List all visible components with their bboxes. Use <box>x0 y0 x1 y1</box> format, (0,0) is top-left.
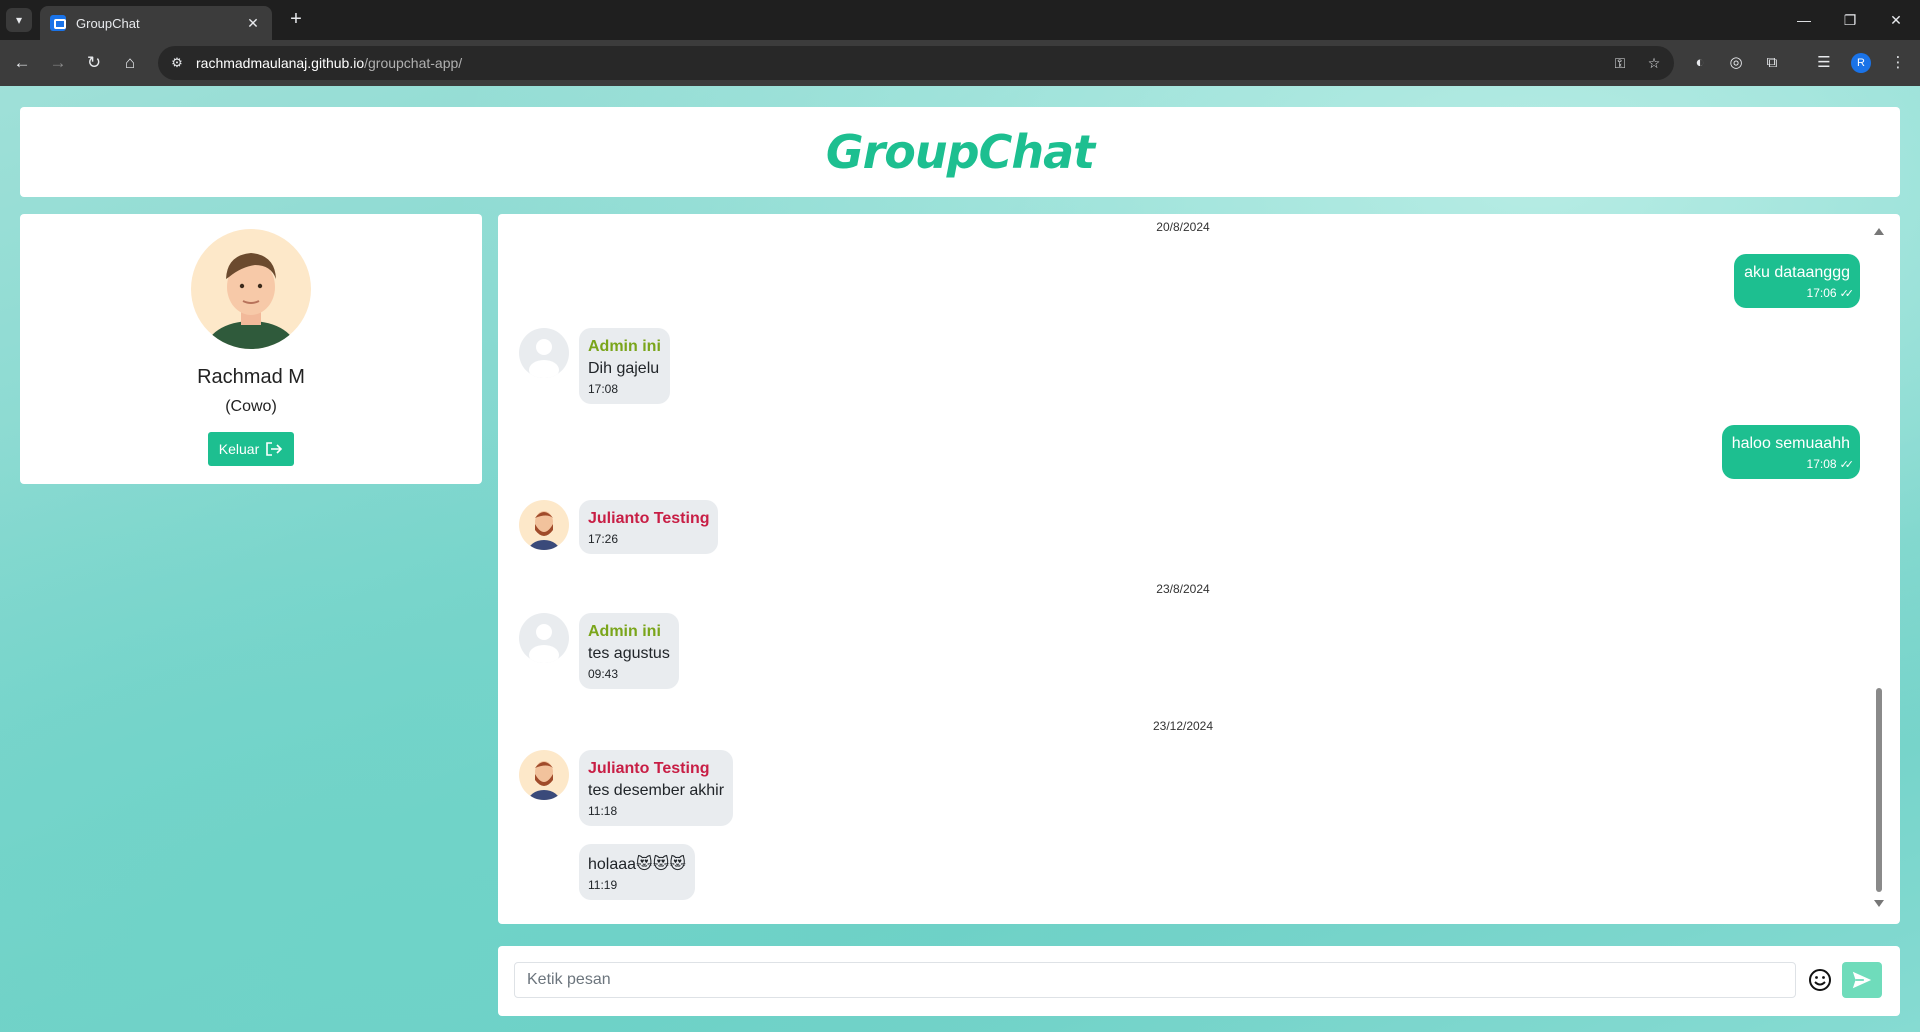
message-text: haloo semuaahh <box>1731 435 1850 452</box>
app-header: GroupChat <box>20 107 1900 197</box>
extensions-puzzle-icon[interactable]: ⧉ <box>1760 51 1784 75</box>
logout-label: Keluar <box>218 441 260 457</box>
chat-panel[interactable]: 20/8/2024 aku dataanggg 17:06 ✓✓ Admin in… <box>498 214 1900 924</box>
scrollbar-thumb[interactable] <box>1876 688 1882 892</box>
restore-button[interactable]: ❐ <box>1830 8 1870 32</box>
extension-color-icon[interactable]: ◎ <box>1724 51 1748 75</box>
message-time: 17:08 <box>588 382 619 396</box>
site-info-icon[interactable]: ⚙ <box>162 48 192 78</box>
default-avatar-icon <box>519 613 569 663</box>
app-title: GroupChat <box>825 125 1095 179</box>
forward-button[interactable]: → <box>46 51 70 75</box>
browser-toolbar: ← → ↻ ⌂ ⚙ rachmadmaulanaj.github.io/grou… <box>0 40 1920 86</box>
profile-gender: (Cowo) <box>225 398 277 415</box>
extension-dark-icon[interactable]: ◐ <box>1688 51 1712 75</box>
url-text[interactable]: rachmadmaulanaj.github.io/groupchat-app/ <box>196 55 1606 71</box>
sender-name: Admin ini <box>588 338 661 355</box>
tab-search-button[interactable]: ▾ <box>6 8 32 32</box>
profile-avatar[interactable]: R <box>1851 53 1871 73</box>
user-avatar <box>191 229 311 349</box>
message-text: Dih gajelu <box>588 360 660 377</box>
sender-name: Julianto Testing <box>588 760 710 777</box>
tab-title: GroupChat <box>76 15 140 31</box>
message-text: holaaa😻😻😻 <box>588 856 687 873</box>
incoming-message: Admin ini Dih gajelu 17:08 <box>579 328 670 404</box>
reload-button[interactable]: ↻ <box>82 51 106 75</box>
logout-button[interactable]: Keluar <box>208 432 294 466</box>
date-divider: 20/8/2024 <box>1156 220 1210 234</box>
logout-icon <box>266 442 283 456</box>
date-divider: 23/8/2024 <box>1156 582 1210 596</box>
reading-list-icon[interactable]: ☰ <box>1812 51 1836 75</box>
message-text: tes desember akhir <box>588 782 725 799</box>
emoji-icon[interactable] <box>1808 968 1832 992</box>
address-bar[interactable]: ⚙ rachmadmaulanaj.github.io/groupchat-ap… <box>158 46 1674 80</box>
double-check-icon: ✓✓ <box>1839 288 1855 300</box>
back-button[interactable]: ← <box>10 51 34 75</box>
new-tab-button[interactable]: + <box>284 8 308 32</box>
profile-name: Rachmad M <box>197 366 305 388</box>
incoming-message: Julianto Testing 17:26 <box>579 500 719 554</box>
browser-menu-icon[interactable]: ⋮ <box>1886 51 1910 75</box>
message-time: 17:08 <box>1806 457 1837 471</box>
message-time: 09:43 <box>588 667 619 681</box>
message-time: 17:06 <box>1806 286 1837 300</box>
scroll-down-arrow-icon[interactable] <box>1874 900 1884 907</box>
password-key-icon[interactable]: ⚿ <box>1606 49 1634 77</box>
message-time: 17:26 <box>588 532 619 546</box>
default-avatar-icon <box>519 328 569 378</box>
sender-name: Admin ini <box>588 623 661 640</box>
sender-name: Julianto Testing <box>588 510 710 527</box>
close-tab-icon[interactable]: ✕ <box>244 15 262 32</box>
close-window-button[interactable]: ✕ <box>1876 8 1916 32</box>
scroll-up-arrow-icon[interactable] <box>1874 228 1884 235</box>
message-text: tes agustus <box>588 645 670 662</box>
send-icon <box>1852 971 1872 989</box>
bookmark-star-icon[interactable]: ☆ <box>1640 49 1668 77</box>
page-background: GroupChat Rachmad M (Cowo) Keluar 20/8/2… <box>0 86 1920 1032</box>
incoming-message: Admin ini tes agustus 09:43 <box>579 613 679 689</box>
profile-card: Rachmad M (Cowo) Keluar <box>20 214 482 484</box>
minimize-button[interactable]: — <box>1784 8 1824 32</box>
browser-tab[interactable]: GroupChat ✕ <box>40 6 272 40</box>
julianto-avatar <box>519 500 569 550</box>
double-check-icon: ✓✓ <box>1839 459 1855 471</box>
message-time: 11:19 <box>588 878 618 892</box>
outgoing-message: aku dataanggg 17:06 ✓✓ <box>1734 254 1860 308</box>
home-button[interactable]: ⌂ <box>118 51 142 75</box>
composer-bar <box>498 946 1900 1016</box>
message-text: aku dataanggg <box>1744 264 1850 281</box>
browser-tab-bar: ▾ GroupChat ✕ + — ❐ ✕ <box>0 0 1920 40</box>
date-divider: 23/12/2024 <box>1152 719 1214 733</box>
send-button[interactable] <box>1842 962 1882 998</box>
incoming-message: holaaa😻😻😻 11:19 <box>579 844 696 900</box>
message-time: 11:18 <box>588 804 618 818</box>
chat-favicon-icon <box>50 15 66 31</box>
julianto-avatar <box>519 750 569 800</box>
outgoing-message: haloo semuaahh 17:08 ✓✓ <box>1721 425 1860 479</box>
incoming-message: Julianto Testing tes desember akhir 11:1… <box>579 750 734 826</box>
message-input[interactable] <box>514 962 1796 998</box>
